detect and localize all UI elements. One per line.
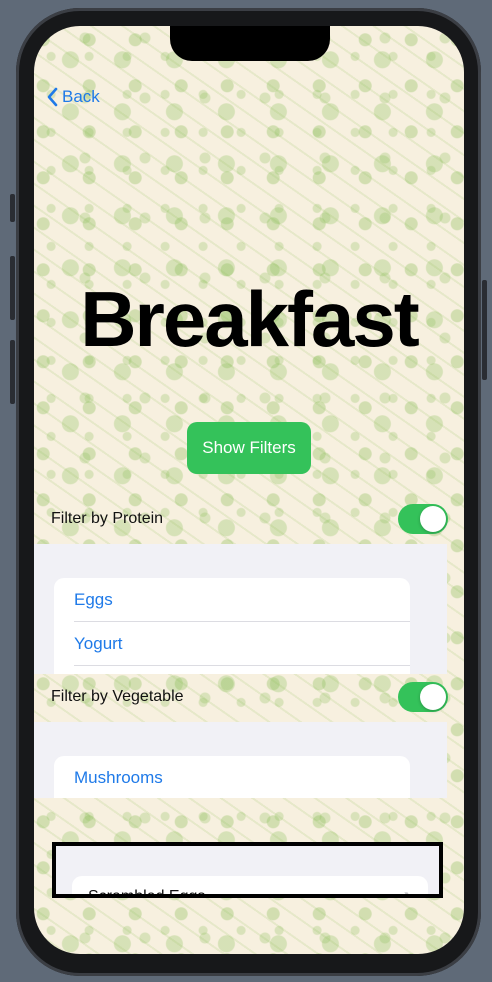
vegetable-filter-label: Filter by Vegetable (51, 688, 184, 705)
power-button (482, 280, 487, 380)
list-item-eggs[interactable]: Eggs (74, 578, 410, 621)
protein-filter-toggle[interactable] (398, 504, 448, 534)
volume-down-button (10, 340, 15, 404)
result-row-scrambled-eggs[interactable]: Scrambled Eggs ❯ (72, 876, 428, 898)
show-filters-button[interactable]: Show Filters (187, 422, 311, 474)
mute-switch (10, 194, 15, 222)
protein-list: Eggs Yogurt (34, 544, 447, 674)
list-item-yogurt[interactable]: Yogurt (74, 622, 410, 665)
chevron-right-icon: ❯ (402, 890, 414, 898)
toggle-knob (420, 684, 446, 710)
vegetable-filter-toggle[interactable] (398, 682, 448, 712)
list-item-mushrooms[interactable]: Mushrooms (74, 756, 410, 798)
back-label: Back (62, 87, 100, 106)
result-label: Scrambled Eggs (88, 888, 206, 898)
protein-filter-label: Filter by Protein (51, 510, 164, 527)
volume-up-button (10, 256, 15, 320)
list-divider (74, 665, 410, 666)
notch (170, 26, 330, 61)
toggle-knob (420, 506, 446, 532)
page-title: Breakfast (80, 275, 420, 363)
protein-list-card: Eggs Yogurt (54, 578, 410, 674)
vegetable-list: Mushrooms (34, 722, 447, 798)
chevron-left-icon (47, 87, 58, 107)
back-button[interactable]: Back (46, 84, 100, 110)
app-screen: Back Breakfast Show Filters Filter by Pr… (34, 26, 464, 954)
vegetable-list-card: Mushrooms (54, 756, 410, 798)
results-list: Scrambled Eggs ❯ (52, 842, 443, 898)
